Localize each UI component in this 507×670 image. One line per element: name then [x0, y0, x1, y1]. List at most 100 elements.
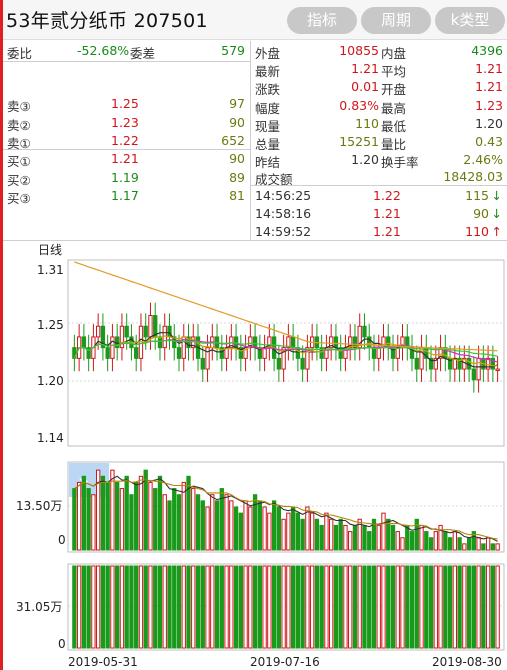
amount-bar — [167, 565, 172, 649]
amount-bar — [462, 565, 467, 649]
order-price: 1.23 — [111, 114, 139, 130]
order-price: 1.19 — [111, 169, 139, 185]
volume-bar — [115, 481, 120, 551]
quote-label: 最新 — [255, 64, 281, 80]
amount-bar — [243, 565, 248, 649]
quote-value: 0.43 — [475, 134, 503, 149]
amount-bar — [86, 565, 91, 649]
quote-value: 1.20 — [475, 115, 503, 131]
period-button[interactable]: 周期 — [361, 7, 431, 34]
candle-body — [495, 368, 500, 372]
volume-bar — [395, 531, 400, 551]
amount-bar — [305, 565, 310, 649]
volume-bar — [186, 475, 191, 551]
quote-label: 昨结 — [255, 155, 281, 171]
order-price: 1.21 — [111, 151, 139, 166]
volume-bar — [481, 543, 486, 551]
volume-bar — [376, 524, 381, 551]
order-volume: 97 — [229, 96, 245, 111]
turnover-value: 18428.03 — [443, 169, 503, 184]
volume-bar — [176, 494, 182, 551]
candle-body — [81, 336, 87, 349]
amount-bar — [357, 565, 362, 649]
quote-value: 0.83% — [339, 97, 379, 113]
weicha-label: 委差 — [130, 46, 156, 61]
candle-body — [476, 357, 481, 381]
amount-bar — [438, 565, 443, 649]
amount-bar — [324, 565, 329, 649]
candle-body — [148, 315, 153, 338]
turnover-label: 成交额 — [255, 172, 293, 187]
volume-bar — [476, 537, 481, 551]
amount-bar — [200, 565, 205, 649]
tick-volume: 110 — [465, 224, 489, 240]
amount-bar — [457, 565, 462, 649]
volume-bar — [300, 518, 305, 551]
amount-bar — [319, 565, 324, 649]
amount-bar — [172, 565, 177, 649]
amount-bar — [115, 565, 120, 649]
amount-bar — [466, 565, 472, 649]
order-price: 1.22 — [111, 133, 139, 148]
volume-bar — [485, 537, 491, 551]
candle-body — [134, 347, 139, 359]
volume-bar — [290, 506, 296, 551]
ktype-button[interactable]: k类型 — [435, 7, 505, 34]
amount-bar — [376, 565, 381, 649]
volume-bar — [433, 531, 438, 551]
amount-bar — [205, 565, 210, 649]
amount-bar — [76, 565, 82, 649]
candle-body — [419, 347, 424, 370]
volume-bar — [490, 543, 496, 551]
amount-bar — [148, 565, 153, 649]
quote-value: 10855 — [339, 43, 379, 58]
amount-bar — [338, 565, 343, 649]
volume-bar — [205, 506, 210, 551]
date-label: 2019-08-30 — [432, 655, 502, 669]
amount-bar — [176, 565, 182, 649]
volume-bar — [162, 494, 167, 551]
volume-bar — [343, 524, 348, 551]
amount-tick: 31.05万 — [16, 600, 62, 614]
candle-body — [176, 347, 182, 359]
volume-zero-tick: 0 — [58, 533, 66, 547]
amount-bar — [414, 565, 419, 649]
amount-bar — [95, 565, 101, 649]
amount-bar — [162, 565, 167, 649]
volume-bar — [157, 475, 163, 551]
amount-zero-tick: 0 — [58, 637, 66, 651]
amount-bar — [138, 565, 144, 649]
volume-bar — [214, 500, 220, 551]
amount-bar — [424, 565, 429, 649]
kline-chart[interactable]: 日线 1.31 1.25 1.20 1.14 13.50万 0 31.05万 0… — [0, 240, 507, 670]
volume-bar — [105, 481, 110, 551]
volume-bar — [143, 469, 148, 551]
volume-bar — [243, 500, 248, 551]
volume-bar — [276, 506, 282, 551]
volume-bar — [191, 488, 196, 551]
amount-bar — [405, 565, 410, 649]
candle-body — [414, 357, 419, 370]
amount-bar — [129, 565, 134, 649]
order-label: 卖① — [7, 136, 31, 151]
quote-label: 最高 — [381, 100, 407, 116]
amount-bar — [72, 565, 77, 649]
candle-body — [167, 325, 172, 338]
volume-bar — [352, 524, 358, 551]
volume-bar — [338, 518, 343, 551]
date-label: 2019-05-31 — [68, 655, 138, 669]
amount-bar — [381, 565, 386, 649]
candle-body — [471, 368, 477, 381]
candle-body — [124, 325, 129, 338]
quote-value: 4396 — [471, 43, 503, 58]
volume-bar — [134, 481, 139, 551]
tick-arrow-icon: ↓ — [491, 188, 502, 203]
volume-bar — [400, 537, 405, 551]
amount-bar — [433, 565, 438, 649]
candle-body — [110, 336, 115, 359]
volume-bar — [229, 500, 234, 551]
quote-label: 换手率 — [381, 155, 419, 171]
indicator-button[interactable]: 指标 — [287, 7, 357, 34]
price-tick: 1.14 — [37, 431, 64, 445]
volume-bar — [419, 524, 424, 551]
